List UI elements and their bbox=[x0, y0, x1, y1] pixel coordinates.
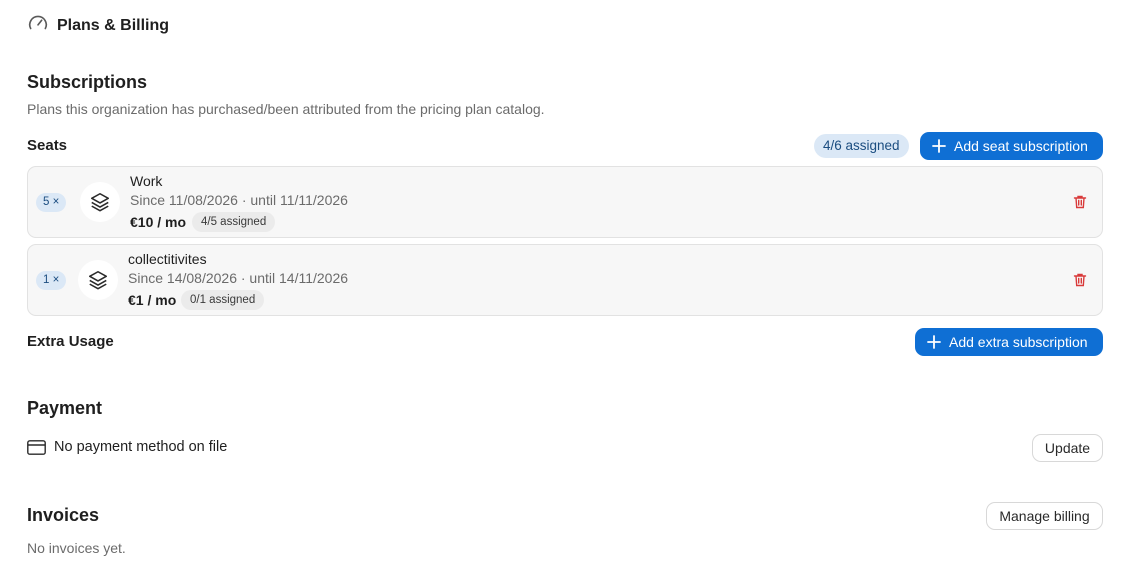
plan-name: Work bbox=[130, 173, 163, 189]
layers-icon bbox=[80, 182, 120, 222]
payment-title: Payment bbox=[27, 398, 103, 418]
manage-billing-button[interactable]: Manage billing bbox=[986, 502, 1103, 530]
subscription-card: 5 × Work Since 11/08/2026 · until 11/11/… bbox=[27, 166, 1103, 238]
trash-icon[interactable] bbox=[1072, 194, 1088, 210]
credit-card-icon bbox=[27, 439, 46, 455]
plan-assigned-badge: 4/5 assigned bbox=[192, 212, 276, 232]
plan-name: collectitivites bbox=[128, 251, 207, 267]
seats-label: Seats bbox=[27, 137, 68, 154]
gauge-icon bbox=[27, 12, 49, 39]
invoices-title: Invoices bbox=[27, 505, 100, 525]
payment-status: No payment method on file bbox=[54, 439, 228, 455]
payment-method-row: No payment method on file bbox=[27, 439, 227, 455]
subscriptions-description: Plans this organization has purchased/be… bbox=[27, 101, 545, 117]
trash-icon[interactable] bbox=[1072, 272, 1088, 288]
page-header: Plans & Billing bbox=[27, 12, 169, 39]
layers-icon bbox=[78, 260, 118, 300]
add-seat-subscription-label: Add seat subscription bbox=[954, 138, 1088, 154]
plan-price: €10 / mo bbox=[130, 214, 187, 230]
quantity-badge: 5 × bbox=[36, 193, 67, 212]
update-payment-button[interactable]: Update bbox=[1032, 434, 1103, 462]
page-title: Plans & Billing bbox=[57, 16, 170, 34]
plan-dates: Since 11/08/2026 · until 11/11/2026 bbox=[130, 192, 348, 208]
seats-assigned-badge: 4/6 assigned bbox=[814, 134, 909, 158]
plus-icon bbox=[927, 335, 941, 349]
plan-assigned-badge: 0/1 assigned bbox=[181, 290, 265, 310]
invoices-empty-text: No invoices yet. bbox=[27, 540, 126, 556]
quantity-badge: 1 × bbox=[36, 271, 67, 290]
plus-icon bbox=[932, 139, 946, 153]
plan-dates: Since 14/08/2026 · until 14/11/2026 bbox=[128, 270, 349, 286]
plan-price: €1 / mo bbox=[128, 292, 177, 308]
extra-usage-label: Extra Usage bbox=[27, 333, 114, 350]
add-extra-subscription-button[interactable]: Add extra subscription bbox=[915, 328, 1103, 356]
add-extra-subscription-label: Add extra subscription bbox=[949, 334, 1088, 350]
subscription-card: 1 × collectitivites Since 14/08/2026 · u… bbox=[27, 244, 1103, 316]
add-seat-subscription-button[interactable]: Add seat subscription bbox=[920, 132, 1103, 160]
subscriptions-title: Subscriptions bbox=[27, 72, 148, 92]
